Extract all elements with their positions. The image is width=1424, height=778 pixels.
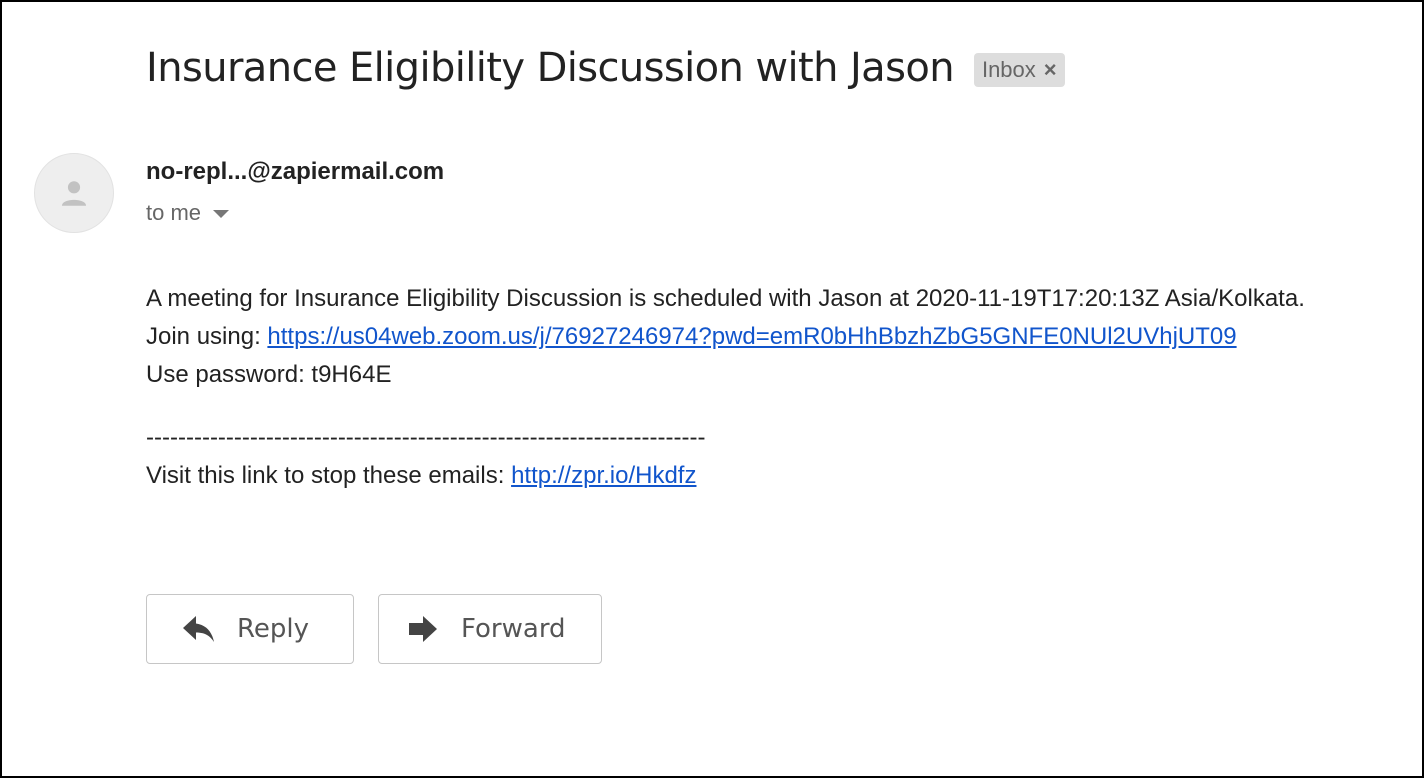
join-line: Join using: https://us04web.zoom.us/j/76… — [146, 318, 1305, 356]
unsubscribe-prefix: Visit this link to stop these emails: — [146, 462, 512, 489]
recipient-details-dropdown-icon[interactable] — [213, 210, 230, 218]
person-icon — [61, 181, 87, 206]
password-text: Use password: t9H64E — [146, 361, 392, 388]
reply-label: Reply — [237, 614, 310, 644]
email-subject: Insurance Eligibility Discussion with Ja… — [146, 45, 955, 91]
reply-arrow-icon — [181, 611, 217, 647]
email-body: A meeting for Insurance Eligibility Disc… — [146, 280, 1305, 495]
reply-button[interactable]: Reply — [146, 594, 354, 664]
forward-arrow-icon — [405, 611, 441, 647]
inbox-label-chip[interactable]: Inbox × — [973, 53, 1065, 87]
subject-row: Insurance Eligibility Discussion with Ja… — [146, 40, 1065, 96]
forward-label: Forward — [461, 614, 566, 644]
email-view: Insurance Eligibility Discussion with Ja… — [0, 0, 1424, 778]
label-text: Inbox — [981, 57, 1036, 82]
recipient-row: to me — [146, 200, 230, 226]
avatar — [34, 153, 114, 233]
zoom-meeting-link[interactable]: https://us04web.zoom.us/j/76927246974?pw… — [267, 323, 1236, 350]
join-prefix: Join using: — [146, 323, 268, 350]
unsubscribe-line: Visit this link to stop these emails: ht… — [146, 457, 1305, 495]
remove-label-icon[interactable]: × — [1044, 57, 1057, 83]
recipient-text: to me — [146, 200, 202, 225]
meeting-info-text: A meeting for Insurance Eligibility Disc… — [146, 285, 1305, 312]
separator-line: ----------------------------------------… — [146, 424, 706, 451]
forward-button[interactable]: Forward — [378, 594, 602, 664]
sender-address[interactable]: no-repl...@zapiermail.com — [146, 158, 444, 186]
unsubscribe-link[interactable]: http://zpr.io/Hkdfz — [511, 462, 696, 489]
